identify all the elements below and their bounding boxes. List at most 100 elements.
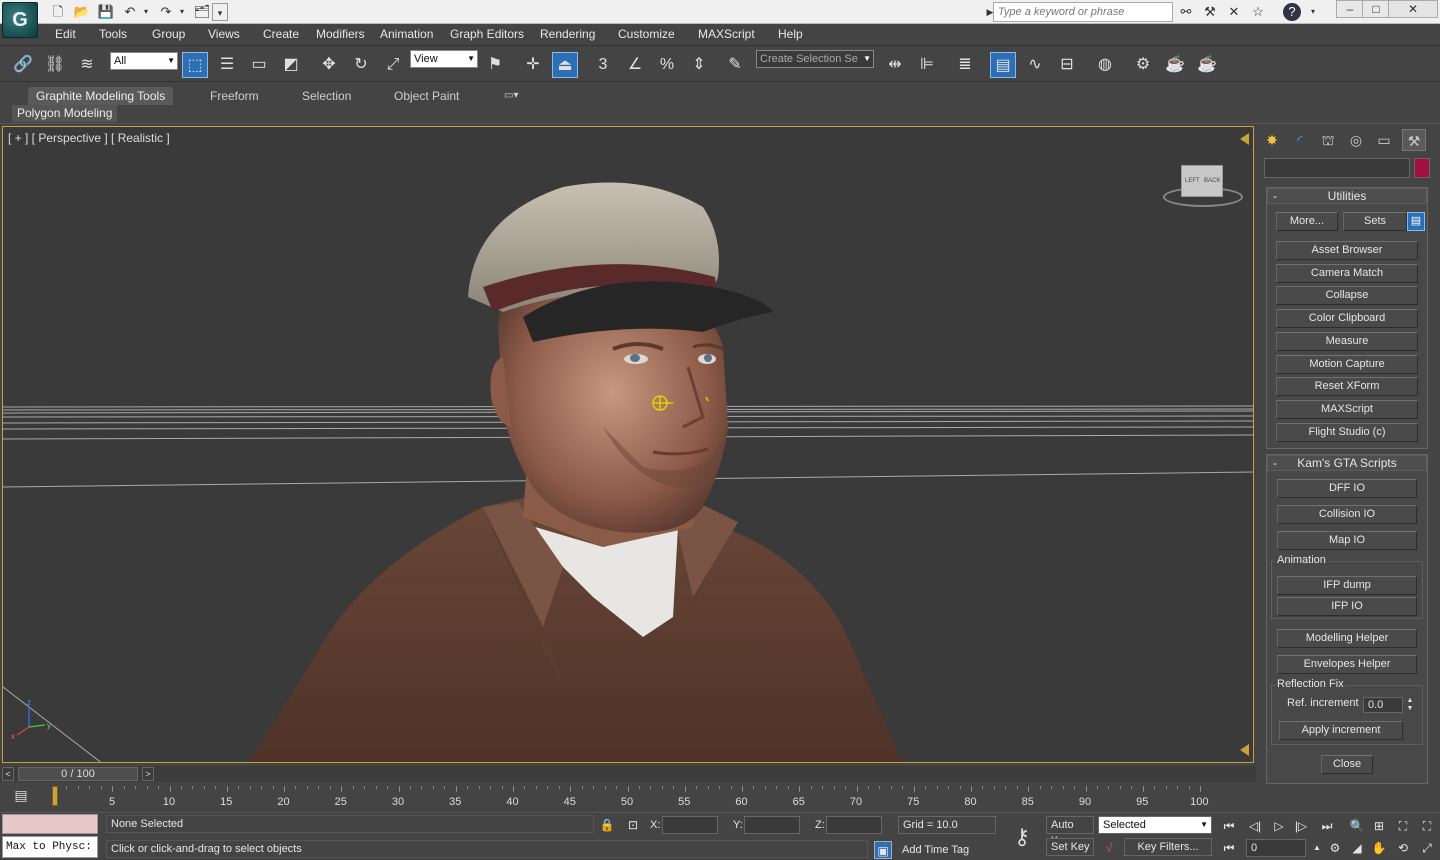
align-icon[interactable]: ⊫ [914,52,940,78]
perspective-viewport[interactable]: z y x [ + ] [ Perspective ] [ Realistic … [2,126,1254,763]
time-slider-prev-icon[interactable]: < [2,767,14,781]
maxscript-button[interactable]: MAXScript [1276,400,1418,419]
material-editor-icon[interactable]: ◍ [1092,52,1118,78]
subscription-icon[interactable]: ✕ [1224,2,1244,22]
dff-io-button[interactable]: DFF IO [1277,479,1417,498]
redo-dropdown-icon[interactable]: ▾ [176,3,188,21]
time-tag-icon[interactable]: ▣ [874,841,892,859]
binoculars-icon[interactable]: ⚯ [1176,2,1196,22]
edit-named-selection-icon[interactable]: ✎ [722,52,748,78]
ref-increment-spinner-icon[interactable]: ▲ ▼ [1405,697,1415,713]
asset-browser-button[interactable]: Asset Browser [1276,241,1418,260]
next-frame-icon[interactable]: |▷ [1292,817,1310,835]
time-slider-next-icon[interactable]: > [142,767,154,781]
angle-snap-icon[interactable]: ∠ [622,52,648,78]
infocenter-search-input[interactable]: Type a keyword or phrase [993,2,1173,22]
previous-frame-icon[interactable]: ◁| [1246,817,1264,835]
display-panel-icon[interactable]: ▭ [1372,129,1396,151]
motion-capture-button[interactable]: Motion Capture [1276,355,1418,374]
bind-space-warp-icon[interactable]: ≋ [74,52,100,78]
graphite-ribbon-toggle-icon[interactable]: ▤ [990,52,1016,78]
current-frame-field[interactable]: 0 [1246,839,1306,857]
named-selection-sets-dropdown[interactable]: Create Selection Se ▼ [756,50,874,68]
project-folder-icon[interactable]: 🗂 [192,3,212,21]
undo-dropdown-icon[interactable]: ▾ [140,3,152,21]
absolute-mode-icon[interactable]: ⊡ [624,816,642,834]
maxscript-mini-listener-pink[interactable] [2,814,98,834]
flight-studio-button[interactable]: Flight Studio (c) [1276,423,1418,442]
ifp-dump-button[interactable]: IFP dump [1277,576,1417,595]
go-to-start-icon[interactable]: ⏮ [1220,817,1238,835]
save-file-icon[interactable]: 💾 [96,3,116,21]
tab-graphite-modeling-tools[interactable]: Graphite Modeling Tools [28,87,174,105]
more-button[interactable]: More... [1276,212,1338,231]
mirror-icon[interactable]: ⇹ [882,52,908,78]
ribbon-options-icon[interactable]: ▭▾ [496,87,526,105]
camera-match-button[interactable]: Camera Match [1276,264,1418,283]
y-coordinate-field[interactable] [744,816,800,834]
motion-panel-icon[interactable]: ◎ [1344,129,1368,151]
modelling-helper-button[interactable]: Modelling Helper [1277,629,1417,648]
menu-group[interactable]: Group [152,27,185,41]
menu-animation[interactable]: Animation [380,27,433,41]
menu-modifiers[interactable]: Modifiers [316,27,365,41]
menu-help[interactable]: Help [778,27,803,41]
zoom-all-icon[interactable]: ⊞ [1370,817,1388,835]
z-coordinate-field[interactable] [826,816,882,834]
pivot-center-icon[interactable]: ⚑ [482,52,508,78]
snaps-toggle-icon[interactable]: 3 [590,52,616,78]
schematic-view-icon[interactable]: ⊟ [1054,52,1080,78]
render-production-icon[interactable]: ☕ [1194,52,1220,78]
menu-views[interactable]: Views [208,27,240,41]
viewcube[interactable]: LEFT BACK [1181,165,1223,197]
tab-selection[interactable]: Selection [294,87,359,105]
select-object-icon[interactable]: ⬚ [182,52,208,78]
color-clipboard-button[interactable]: Color Clipboard [1276,309,1418,328]
keyboard-shortcut-override-icon[interactable]: ⏏ [552,52,578,78]
tab-freeform[interactable]: Freeform [202,87,267,105]
modify-panel-icon[interactable]: ◜ [1288,129,1312,151]
menu-create[interactable]: Create [263,27,299,41]
object-name-field[interactable] [1264,158,1410,178]
quick-access-dropdown-icon[interactable]: ▾ [212,3,228,21]
field-of-view-icon[interactable]: ◢ [1348,839,1366,857]
collision-io-button[interactable]: Collision IO [1277,505,1417,524]
new-file-icon[interactable]: 🗋 [48,3,68,21]
redo-icon[interactable]: ↷ [156,3,176,21]
menu-maxscript[interactable]: MAXScript [698,27,755,41]
menu-edit[interactable]: Edit [55,27,76,41]
menu-graph-editors[interactable]: Graph Editors [450,27,524,41]
window-crossing-icon[interactable]: ◩ [278,52,304,78]
maximize-viewport-icon[interactable]: ⤢ [1418,839,1436,857]
key-mode-dropdown[interactable]: Selected ▼ [1098,816,1212,834]
envelopes-helper-button[interactable]: Envelopes Helper [1277,655,1417,674]
create-panel-icon[interactable]: ✸ [1260,129,1284,151]
app-logo-icon[interactable]: G [2,2,38,38]
zoom-extents-all-icon[interactable]: ⛶ [1418,817,1436,835]
close-button[interactable]: Close [1321,755,1373,774]
time-configuration-icon[interactable]: ⚙ [1326,839,1344,857]
utilities-panel-icon[interactable]: ⚒ [1402,129,1426,151]
ribbon-panel-polygon-modeling[interactable]: Polygon Modeling [12,105,118,122]
map-io-button[interactable]: Map IO [1277,531,1417,550]
reset-xform-button[interactable]: Reset XForm [1276,377,1418,396]
minimize-button[interactable]: – [1336,0,1364,18]
curve-editor-icon[interactable]: ∿ [1022,52,1048,78]
open-file-icon[interactable]: 📂 [72,3,92,21]
key-mode-toggle-icon[interactable]: ⏮ [1220,839,1238,857]
utilities-rollout-header[interactable]: - Utilities [1267,188,1427,204]
time-slider-thumb[interactable]: 0 / 100 [18,767,138,781]
frame-spinner-icon[interactable]: ▲ [1308,839,1326,857]
play-icon[interactable]: ▷ [1270,817,1288,835]
unlink-selection-icon[interactable]: ⛓ [42,52,68,78]
auto-key-button[interactable]: Auto Key [1046,816,1094,847]
configure-button-sets-icon[interactable]: ▤ [1407,212,1425,231]
percent-snap-icon[interactable]: % [654,52,680,78]
apply-increment-button[interactable]: Apply increment [1279,721,1403,740]
key-filters-button[interactable]: Key Filters... [1124,838,1212,856]
key-curve-icon[interactable]: √ [1100,839,1118,857]
reference-coordinate-dropdown[interactable]: View ▼ [410,50,478,68]
render-setup-icon[interactable]: ⚙ [1130,52,1156,78]
measure-button[interactable]: Measure [1276,332,1418,351]
ifp-io-button[interactable]: IFP IO [1277,597,1417,616]
